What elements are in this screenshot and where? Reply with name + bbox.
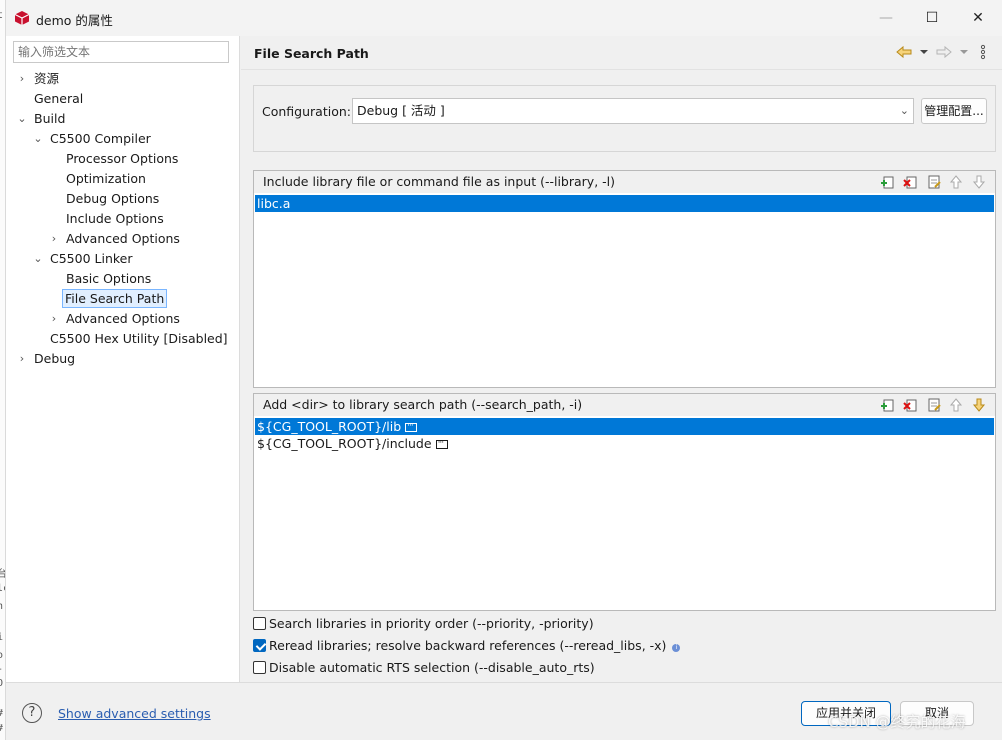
- kebab-menu-icon[interactable]: [979, 44, 987, 60]
- search-path-list-header: Add <dir> to library search path (--sear…: [254, 394, 995, 416]
- tree-item-include-options[interactable]: Include Options: [66, 209, 164, 228]
- help-icon[interactable]: ?: [22, 703, 42, 723]
- disable-auto-rts-checkbox[interactable]: [253, 661, 266, 674]
- library-list-panel: Include library file or command file as …: [253, 170, 996, 388]
- manage-configurations-button[interactable]: 管理配置...: [921, 98, 987, 124]
- library-list-header: Include library file or command file as …: [254, 171, 995, 193]
- configuration-value: Debug [ 活动 ]: [357, 103, 445, 118]
- chevron-right-icon[interactable]: ›: [16, 69, 28, 88]
- move-down-icon[interactable]: [971, 397, 987, 413]
- tree-item-c5500-hex-utility[interactable]: C5500 Hex Utility [Disabled]: [50, 329, 228, 348]
- edit-icon[interactable]: [926, 397, 942, 413]
- configuration-group: Configuration: Debug [ 活动 ] ⌄ 管理配置...: [253, 85, 996, 152]
- chevron-down-icon: ⌄: [899, 104, 909, 117]
- reread-libs-option[interactable]: Reread libraries; resolve backward refer…: [253, 637, 681, 655]
- tree-item-optimization[interactable]: Optimization: [66, 169, 146, 188]
- add-icon[interactable]: [880, 397, 896, 413]
- ellipsis-icon[interactable]: [405, 418, 418, 435]
- delete-icon[interactable]: [903, 397, 919, 413]
- forward-arrow-icon[interactable]: [935, 44, 953, 60]
- search-path-list-panel: Add <dir> to library search path (--sear…: [253, 393, 996, 611]
- properties-dialog: t 台 lc n i o - O # # demo 的属性 — ☐ ✕ › 资源…: [0, 0, 1002, 740]
- header-divider: [241, 69, 1002, 70]
- chevron-down-icon[interactable]: ⌄: [32, 129, 44, 148]
- filter-input[interactable]: [13, 41, 229, 63]
- chevron-right-icon[interactable]: ›: [48, 229, 60, 248]
- tree-item-debug[interactable]: Debug: [34, 349, 75, 368]
- ellipsis-icon[interactable]: [435, 435, 448, 452]
- maximize-button[interactable]: ☐: [909, 0, 955, 36]
- tree-item-processor-options[interactable]: Processor Options: [66, 149, 178, 168]
- configuration-select[interactable]: Debug [ 活动 ] ⌄: [352, 98, 914, 124]
- info-icon: i: [672, 644, 681, 652]
- configuration-label: Configuration:: [262, 104, 351, 119]
- tree-item-basic-options[interactable]: Basic Options: [66, 269, 151, 288]
- search-path-list-title: Add <dir> to library search path (--sear…: [263, 397, 583, 412]
- property-page: File Search Path Configuration: Debug [ …: [241, 36, 1002, 682]
- back-menu-icon[interactable]: [919, 44, 929, 60]
- tree-item-resources[interactable]: 资源: [34, 69, 59, 88]
- page-title: File Search Path: [254, 46, 369, 61]
- tree-item-c5500-linker[interactable]: C5500 Linker: [50, 249, 133, 268]
- properties-tree-pane: › 资源 General ⌄ Build ⌄ C5500 Compiler Pr…: [6, 36, 240, 682]
- priority-option[interactable]: Search libraries in priority order (--pr…: [253, 615, 594, 633]
- chevron-right-icon[interactable]: ›: [48, 309, 60, 328]
- edit-icon[interactable]: [926, 174, 942, 190]
- move-down-icon[interactable]: [971, 174, 987, 190]
- tree-item-build[interactable]: Build: [34, 109, 65, 128]
- chevron-down-icon[interactable]: ⌄: [16, 109, 28, 128]
- back-arrow-icon[interactable]: [895, 44, 913, 60]
- reread-libs-checkbox[interactable]: [253, 639, 266, 652]
- tree-item-compiler-advanced-options[interactable]: Advanced Options: [66, 229, 180, 248]
- add-icon[interactable]: [880, 174, 896, 190]
- minimize-button[interactable]: —: [863, 0, 909, 36]
- chevron-right-icon[interactable]: ›: [16, 349, 28, 368]
- tree-item-debug-options[interactable]: Debug Options: [66, 189, 159, 208]
- list-item[interactable]: ${CG_TOOL_ROOT}/include: [255, 435, 994, 452]
- chevron-down-icon[interactable]: ⌄: [32, 249, 44, 268]
- delete-icon[interactable]: [903, 174, 919, 190]
- tree-item-linker-advanced-options[interactable]: Advanced Options: [66, 309, 180, 328]
- watermark: CSDN @终究的花海: [828, 713, 966, 731]
- tree-item-file-search-path[interactable]: File Search Path: [62, 289, 168, 308]
- list-item[interactable]: libc.a: [255, 195, 994, 212]
- priority-checkbox[interactable]: [253, 617, 266, 630]
- library-list-title: Include library file or command file as …: [263, 174, 616, 189]
- window-title: demo 的属性: [36, 13, 113, 28]
- forward-menu-icon[interactable]: [959, 44, 969, 60]
- move-up-icon[interactable]: [948, 397, 964, 413]
- app-cube-icon: [14, 11, 30, 25]
- list-item[interactable]: ${CG_TOOL_ROOT}/lib: [255, 418, 994, 435]
- tree-item-c5500-compiler[interactable]: C5500 Compiler: [50, 129, 151, 148]
- disable-auto-rts-option[interactable]: Disable automatic RTS selection (--disab…: [253, 659, 595, 677]
- close-button[interactable]: ✕: [955, 0, 1001, 36]
- title-bar[interactable]: demo 的属性 — ☐ ✕: [6, 0, 1002, 36]
- show-advanced-settings-link[interactable]: Show advanced settings: [58, 706, 211, 721]
- tree-item-general[interactable]: General: [34, 89, 83, 108]
- move-up-icon[interactable]: [948, 174, 964, 190]
